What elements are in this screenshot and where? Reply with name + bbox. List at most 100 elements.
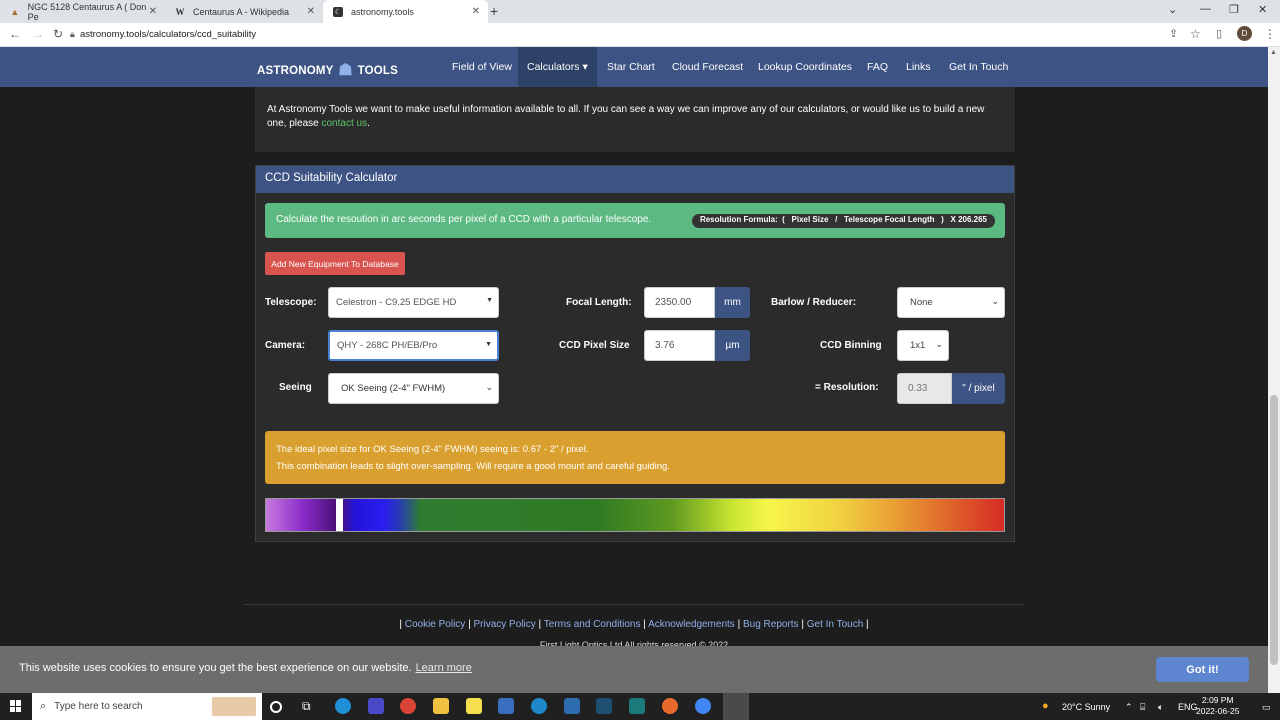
- tab-search-icon[interactable]: ⌄: [1168, 3, 1177, 16]
- file-explorer-icon[interactable]: [433, 698, 449, 714]
- astronomy-tools-favicon-icon: ☾: [333, 6, 343, 17]
- footer-link-acknowledgements[interactable]: Acknowledgements: [648, 619, 735, 630]
- new-tab-button[interactable]: +: [490, 3, 498, 19]
- forward-icon[interactable]: →: [32, 27, 44, 41]
- scrollbar-thumb[interactable]: [1270, 395, 1278, 665]
- footer-separator: |: [399, 619, 402, 630]
- learn-more-link[interactable]: Learn more: [416, 662, 472, 674]
- focal-length-label: Focal Length:: [566, 297, 632, 308]
- tab-title: Centaurus A - Wikipedia: [193, 6, 290, 17]
- active-app-icon[interactable]: [723, 693, 749, 720]
- footer-link-get-in-touch[interactable]: Get In Touch: [807, 619, 864, 630]
- sticky-notes-icon[interactable]: [466, 698, 482, 714]
- nav-calculators[interactable]: Calculators ▾: [518, 47, 597, 87]
- add-equipment-button[interactable]: Add New Equipment To Database: [265, 252, 405, 275]
- browser-tab-bar: ▲ NGC 5128 Centaurus A ( Don Pe ✕ W Cent…: [0, 0, 1280, 23]
- windows-start-icon[interactable]: [10, 700, 22, 712]
- sampling-warning: The ideal pixel size for OK Seeing (2-4"…: [265, 431, 1005, 484]
- minimize-icon[interactable]: —: [1200, 3, 1211, 15]
- seeing-select[interactable]: OK Seeing (2-4" FWHM) ⌄: [328, 373, 499, 404]
- profile-avatar[interactable]: D: [1237, 26, 1252, 41]
- nav-star-chart[interactable]: Star Chart: [607, 47, 655, 87]
- search-placeholder: Type here to search: [54, 701, 143, 712]
- binning-value: 1x1: [910, 340, 926, 351]
- browser-tab-active[interactable]: ☾ astronomy.tools ✕: [323, 0, 488, 23]
- pixel-size-label: CCD Pixel Size: [559, 340, 630, 351]
- app-icon[interactable]: [368, 698, 384, 714]
- app-icon[interactable]: [531, 698, 547, 714]
- chrome-active-icon[interactable]: [695, 698, 711, 714]
- browser-tab[interactable]: ▲ NGC 5128 Centaurus A ( Don Pe ✕: [0, 0, 165, 23]
- menu-kebab-icon[interactable]: ⋮: [1264, 27, 1276, 41]
- nav-field-of-view[interactable]: Field of View: [452, 47, 512, 87]
- scroll-up-icon[interactable]: ▲: [1270, 49, 1277, 56]
- language-indicator[interactable]: ENG: [1178, 702, 1198, 712]
- restore-icon[interactable]: ❐: [1229, 3, 1239, 16]
- nav-cloud-forecast[interactable]: Cloud Forecast: [672, 47, 743, 87]
- clock-time: 2:09 PM: [1201, 695, 1234, 705]
- taskbar-search[interactable]: ⌕ Type here to search: [32, 693, 262, 720]
- url-field[interactable]: astronomy.tools/calculators/ccd_suitabil…: [80, 29, 256, 40]
- app-icon[interactable]: [662, 698, 678, 714]
- footer-link-bug-reports[interactable]: Bug Reports: [743, 619, 799, 630]
- chrome-icon[interactable]: [400, 698, 416, 714]
- camera-label: Camera:: [265, 340, 306, 351]
- seeing-value: OK Seeing (2-4" FWHM): [341, 383, 446, 394]
- footer-link-terms[interactable]: Terms and Conditions: [544, 619, 641, 630]
- calculator-icon[interactable]: [498, 698, 514, 714]
- cortana-icon[interactable]: [270, 701, 282, 713]
- bookmark-star-icon[interactable]: ☆: [1190, 27, 1201, 41]
- camera-select[interactable]: QHY - 268C PH/EB/Pro ▼: [328, 330, 499, 361]
- footer-divider: [244, 604, 1024, 605]
- nav-faq[interactable]: FAQ: [867, 47, 888, 87]
- taskbar-clock[interactable]: 2:09 PM 2022-06-25: [1196, 695, 1239, 717]
- suitability-spectrum-bar: [265, 498, 1005, 532]
- resolution-output: 0.33: [897, 373, 952, 404]
- cookie-text: This website uses cookies to ensure you …: [19, 662, 412, 674]
- site-logo[interactable]: ASTRONOMY ☗ TOOLS: [257, 60, 398, 82]
- nav-links[interactable]: Links: [906, 47, 931, 87]
- weather-text[interactable]: 20°C Sunny: [1062, 702, 1110, 712]
- pixel-size-input[interactable]: 3.76: [644, 330, 715, 361]
- lock-icon[interactable]: 🔒︎: [70, 29, 75, 40]
- notification-icon[interactable]: ▭: [1262, 702, 1271, 713]
- site-navbar: ASTRONOMY ☗ TOOLS Field of View Calculat…: [0, 47, 1268, 87]
- network-icon[interactable]: ⌸: [1140, 702, 1145, 713]
- nav-lookup-coordinates[interactable]: Lookup Coordinates: [758, 47, 852, 87]
- reload-icon[interactable]: ↻: [53, 27, 63, 41]
- sampling-text: This combination leads to slight over-sa…: [276, 461, 670, 472]
- side-panel-icon[interactable]: ▯: [1216, 27, 1222, 40]
- tray-chevron-icon[interactable]: ⌃: [1125, 702, 1133, 713]
- barlow-label: Barlow / Reducer:: [771, 297, 857, 308]
- app-icon[interactable]: [564, 698, 580, 714]
- browser-tab[interactable]: W Centaurus A - Wikipedia ✕: [165, 0, 323, 23]
- tab-title: astronomy.tools: [351, 6, 414, 17]
- task-view-icon[interactable]: ⧉: [302, 699, 318, 715]
- got-it-button[interactable]: Got it!: [1156, 657, 1249, 682]
- close-window-icon[interactable]: ✕: [1258, 3, 1267, 16]
- page-scrollbar[interactable]: ▲: [1268, 47, 1280, 693]
- share-icon[interactable]: ⇪: [1169, 27, 1178, 40]
- telescope-label: Telescope:: [265, 297, 317, 308]
- edge-icon[interactable]: [335, 698, 351, 714]
- footer-link-privacy-policy[interactable]: Privacy Policy: [473, 619, 535, 630]
- caret-down-icon: ▼: [486, 297, 493, 304]
- back-icon[interactable]: ←: [9, 27, 21, 41]
- focal-length-unit: mm: [715, 287, 750, 318]
- volume-icon[interactable]: 🔈︎: [1158, 702, 1163, 713]
- info-text-end: .: [367, 118, 370, 129]
- barlow-select[interactable]: None ⌄: [897, 287, 1005, 318]
- app-icon[interactable]: [629, 698, 645, 714]
- telescope-select[interactable]: Celestron - C9.25 EDGE HD ▼: [328, 287, 499, 318]
- tab-title: NGC 5128 Centaurus A ( Don Pe: [27, 1, 147, 22]
- focal-length-input[interactable]: 2350.00: [644, 287, 715, 318]
- footer-separator: |: [643, 619, 646, 630]
- footer-link-cookie-policy[interactable]: Cookie Policy: [405, 619, 466, 630]
- close-tab-icon[interactable]: ✕: [149, 6, 157, 17]
- close-tab-icon[interactable]: ✕: [307, 6, 315, 17]
- close-tab-icon[interactable]: ✕: [472, 6, 480, 17]
- app-icon[interactable]: [596, 698, 612, 714]
- nav-get-in-touch[interactable]: Get In Touch: [949, 47, 1008, 87]
- contact-us-link[interactable]: contact us: [322, 118, 368, 129]
- binning-select[interactable]: 1x1 ⌄: [897, 330, 949, 361]
